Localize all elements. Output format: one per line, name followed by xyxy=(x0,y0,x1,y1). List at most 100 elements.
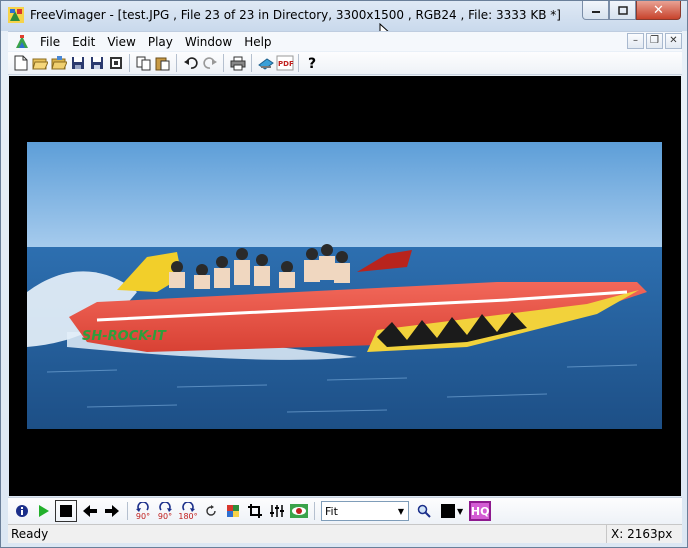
menu-view[interactable]: View xyxy=(101,33,141,51)
child-minimize-button[interactable]: – xyxy=(627,33,644,49)
status-bar: Ready X: 2163px xyxy=(8,524,682,543)
toolbar-separator xyxy=(127,502,128,520)
rotate-ccw-90-label: 90° xyxy=(135,511,151,521)
high-quality-toggle[interactable]: HQ xyxy=(469,501,492,521)
color-channels-icon xyxy=(227,505,239,517)
undo-icon xyxy=(183,57,198,69)
zoom-tool-button[interactable] xyxy=(413,500,435,522)
menu-help[interactable]: Help xyxy=(238,33,277,51)
save-copy-icon xyxy=(109,57,122,69)
previous-button[interactable] xyxy=(79,500,101,522)
toolbar-separator xyxy=(251,54,252,72)
save-as-button[interactable] xyxy=(87,54,106,73)
open-button[interactable] xyxy=(30,54,49,73)
scan-button[interactable] xyxy=(256,54,275,73)
copy-icon xyxy=(136,56,151,70)
info-button[interactable] xyxy=(11,500,33,522)
save-button[interactable] xyxy=(68,54,87,73)
rotate-180-label: 180° xyxy=(178,511,198,521)
levels-icon xyxy=(270,505,284,517)
svg-text:?: ? xyxy=(308,56,316,71)
child-restore-button[interactable]: ❐ xyxy=(646,33,663,49)
menu-bar: File Edit View Play Window Help – ❐ ✕ xyxy=(8,31,682,51)
crop-icon xyxy=(248,504,262,518)
svg-text:SH-ROCK-IT: SH-ROCK-IT xyxy=(82,329,167,344)
copy-button[interactable] xyxy=(134,54,153,73)
close-button[interactable]: ✕ xyxy=(636,1,681,20)
toolbar-separator xyxy=(314,502,315,520)
save-as-icon xyxy=(90,57,103,69)
play-button[interactable] xyxy=(33,500,55,522)
freevimager-app-icon[interactable] xyxy=(8,7,24,23)
minimize-icon xyxy=(591,11,600,13)
save-copy-button[interactable] xyxy=(106,54,125,73)
rotate-180-icon xyxy=(182,501,195,512)
undo-button[interactable] xyxy=(181,54,200,73)
menu-play[interactable]: Play xyxy=(142,33,179,51)
rotate-180-button[interactable]: 180° xyxy=(176,500,200,522)
open-folder-icon xyxy=(50,56,67,70)
chevron-down-icon[interactable]: ▼ xyxy=(457,507,463,516)
restore-icon: ❐ xyxy=(650,35,659,46)
rotate-cw-90-label: 90° xyxy=(157,511,173,521)
red-eye-button[interactable] xyxy=(288,500,310,522)
help-icon: ? xyxy=(308,56,316,71)
arrow-right-icon xyxy=(105,505,119,517)
levels-button[interactable] xyxy=(266,500,288,522)
colors-button[interactable] xyxy=(222,500,244,522)
print-button[interactable] xyxy=(228,54,247,73)
document-icon[interactable] xyxy=(14,34,30,50)
close-icon: ✕ xyxy=(653,2,664,18)
zoom-value: Fit xyxy=(325,504,338,518)
rotate-left-icon xyxy=(136,501,149,512)
redo-button[interactable] xyxy=(200,54,219,73)
main-toolbar: PDF ? xyxy=(8,52,682,75)
stop-button[interactable] xyxy=(55,500,77,522)
close-icon: ✕ xyxy=(669,35,678,46)
rotate-right-icon xyxy=(159,501,172,512)
paste-icon xyxy=(155,57,170,70)
menu-edit[interactable]: Edit xyxy=(66,33,101,51)
help-button[interactable]: ? xyxy=(303,54,322,73)
red-eye-icon xyxy=(290,504,308,518)
play-icon xyxy=(39,505,49,517)
child-close-button[interactable]: ✕ xyxy=(665,33,682,49)
rotate-cw-90-button[interactable]: 90° xyxy=(154,500,176,522)
chevron-down-icon[interactable]: ▼ xyxy=(394,502,408,520)
maximize-icon xyxy=(617,5,628,15)
boat-photo: SH-ROCK-IT xyxy=(27,142,662,429)
minimize-button[interactable] xyxy=(582,1,609,20)
cursor-coordinate: X: 2163px xyxy=(606,525,682,543)
menu-file[interactable]: File xyxy=(34,33,66,51)
save-icon xyxy=(71,57,84,69)
new-file-icon xyxy=(14,55,27,71)
svg-text:PDF: PDF xyxy=(278,60,294,68)
arrow-left-icon xyxy=(83,505,97,517)
pdf-icon: PDF xyxy=(276,55,294,71)
stop-icon xyxy=(60,505,72,517)
minimize-icon: – xyxy=(633,35,638,46)
window-title: FreeVimager - [test.JPG , File 23 of 23 … xyxy=(30,8,561,22)
reload-button[interactable] xyxy=(200,500,222,522)
title-bar[interactable]: FreeVimager - [test.JPG , File 23 of 23 … xyxy=(1,1,687,31)
menu-window[interactable]: Window xyxy=(179,33,238,51)
rotate-ccw-90-button[interactable]: 90° xyxy=(132,500,154,522)
new-button[interactable] xyxy=(11,54,30,73)
toolbar-separator xyxy=(298,54,299,72)
scan-icon xyxy=(257,58,274,70)
maximize-button[interactable] xyxy=(609,1,636,20)
open-folder-button[interactable] xyxy=(49,54,68,73)
paste-button[interactable] xyxy=(153,54,172,73)
crop-button[interactable] xyxy=(244,500,266,522)
open-icon xyxy=(31,58,48,70)
magnifier-icon xyxy=(417,504,431,518)
zoom-select[interactable]: Fit ▼ xyxy=(321,501,409,521)
toolbar-separator xyxy=(129,54,130,72)
redo-icon xyxy=(202,57,217,69)
pdf-button[interactable]: PDF xyxy=(275,54,294,73)
playback-toolbar: 90° 90° 180° Fit ▼ ▼ HQ xyxy=(8,497,682,524)
status-text: Ready xyxy=(11,527,49,541)
next-button[interactable] xyxy=(101,500,123,522)
image-canvas[interactable]: SH-ROCK-IT xyxy=(9,76,681,496)
background-color-swatch[interactable] xyxy=(441,504,455,518)
